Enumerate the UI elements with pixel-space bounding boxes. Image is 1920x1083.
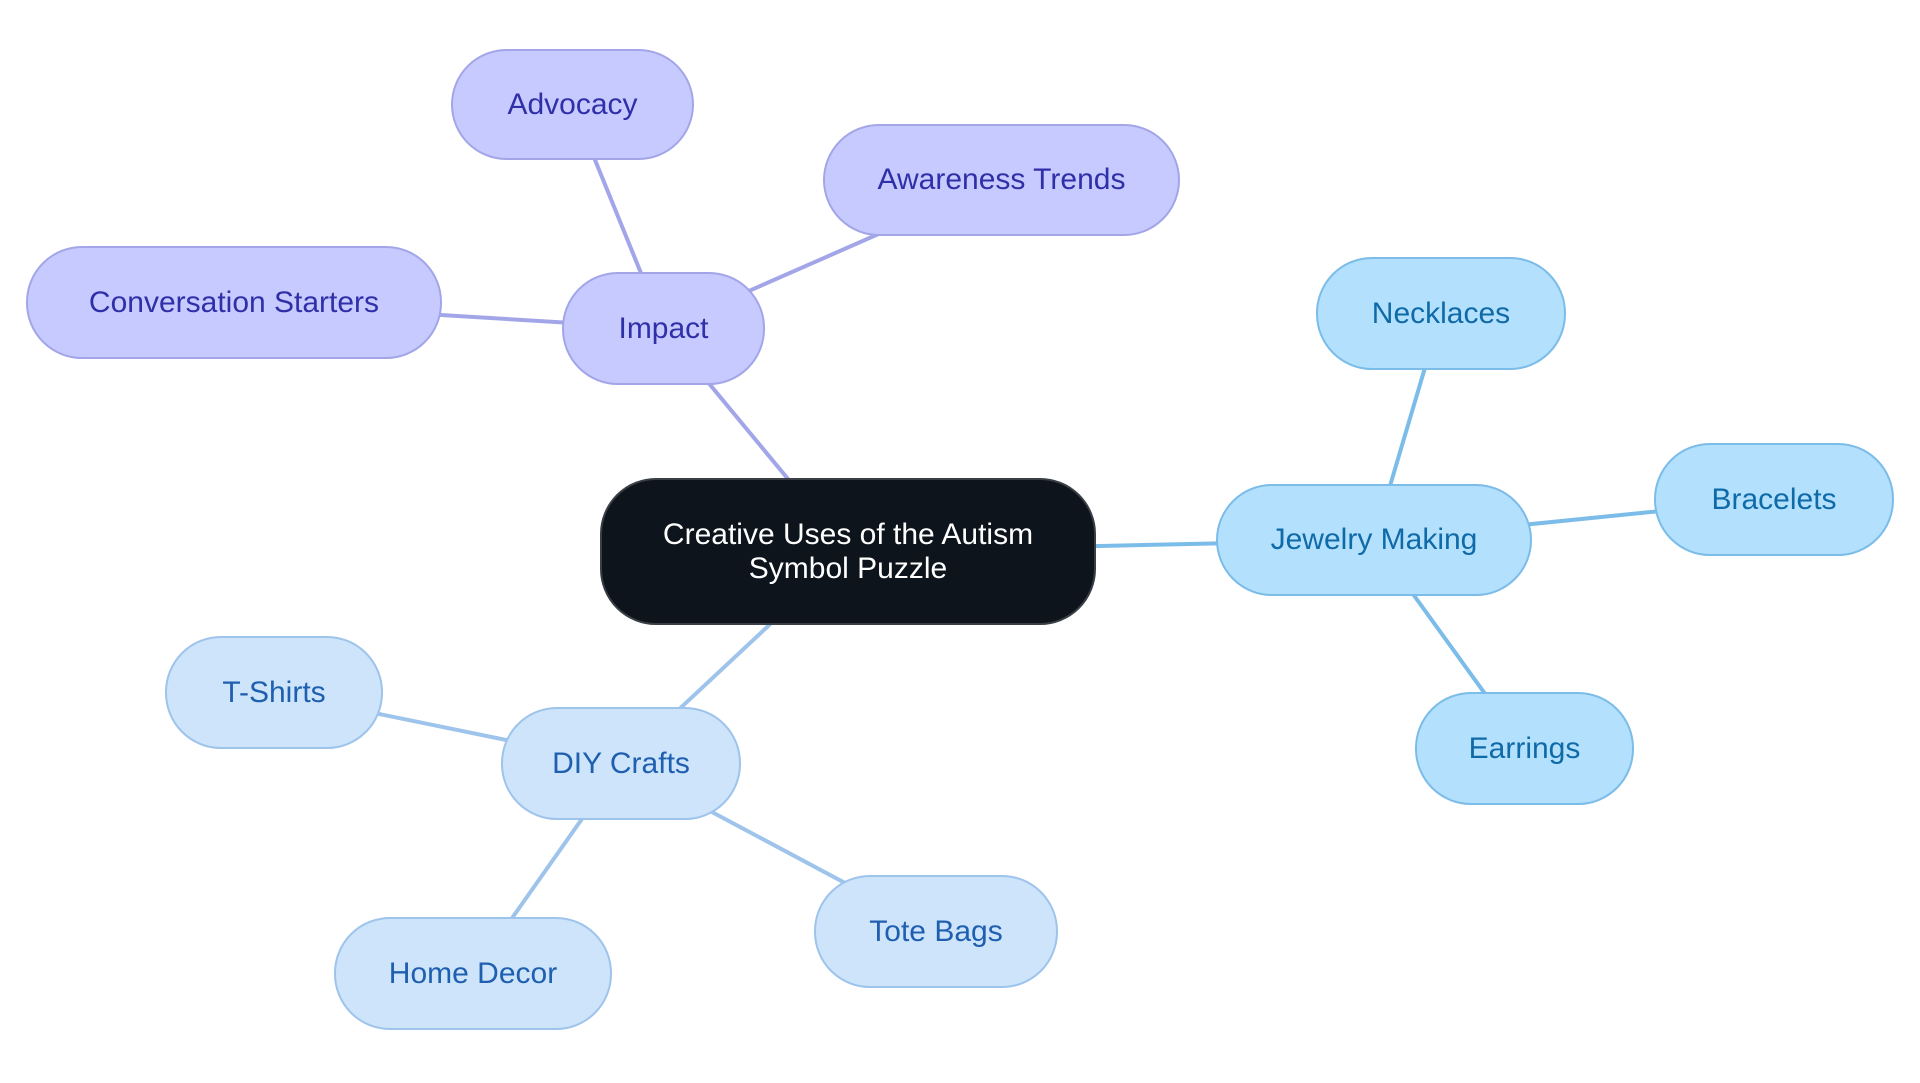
branch-label: Impact [618, 311, 709, 345]
leaf-label: Home Decor [388, 956, 558, 990]
leaf-label: Tote Bags [869, 914, 1003, 948]
leaf-label: Advocacy [507, 87, 638, 121]
leaf-node-bracelets[interactable]: Bracelets [1654, 443, 1894, 556]
leaf-node-home-decor[interactable]: Home Decor [334, 917, 612, 1030]
leaf-node-tote-bags[interactable]: Tote Bags [814, 875, 1058, 988]
root-node[interactable]: Creative Uses of the Autism Symbol Puzzl… [600, 478, 1096, 625]
branch-node-jewelry-making[interactable]: Jewelry Making [1216, 484, 1532, 596]
branch-node-impact[interactable]: Impact [562, 272, 765, 385]
leaf-label: Conversation Starters [88, 285, 380, 319]
branch-node-diy-crafts[interactable]: DIY Crafts [501, 707, 741, 820]
leaf-label: Necklaces [1371, 296, 1511, 330]
leaf-node-advocacy[interactable]: Advocacy [451, 49, 694, 160]
leaf-node-conversation-starters[interactable]: Conversation Starters [26, 246, 442, 359]
leaf-label: Awareness Trends [877, 163, 1126, 196]
leaf-node-awareness-trends[interactable]: Awareness Trends [823, 124, 1180, 236]
branch-label: DIY Crafts [552, 746, 690, 780]
branch-label: Jewelry Making [1270, 523, 1478, 556]
leaf-node-necklaces[interactable]: Necklaces [1316, 257, 1566, 370]
leaf-node-t-shirts[interactable]: T-Shirts [165, 636, 383, 749]
root-label: Creative Uses of the Autism Symbol Puzzl… [662, 517, 1034, 585]
leaf-label: Bracelets [1711, 482, 1837, 516]
leaf-label: Earrings [1468, 731, 1581, 765]
leaf-label: T-Shirts [222, 675, 326, 709]
leaf-node-earrings[interactable]: Earrings [1415, 692, 1634, 805]
